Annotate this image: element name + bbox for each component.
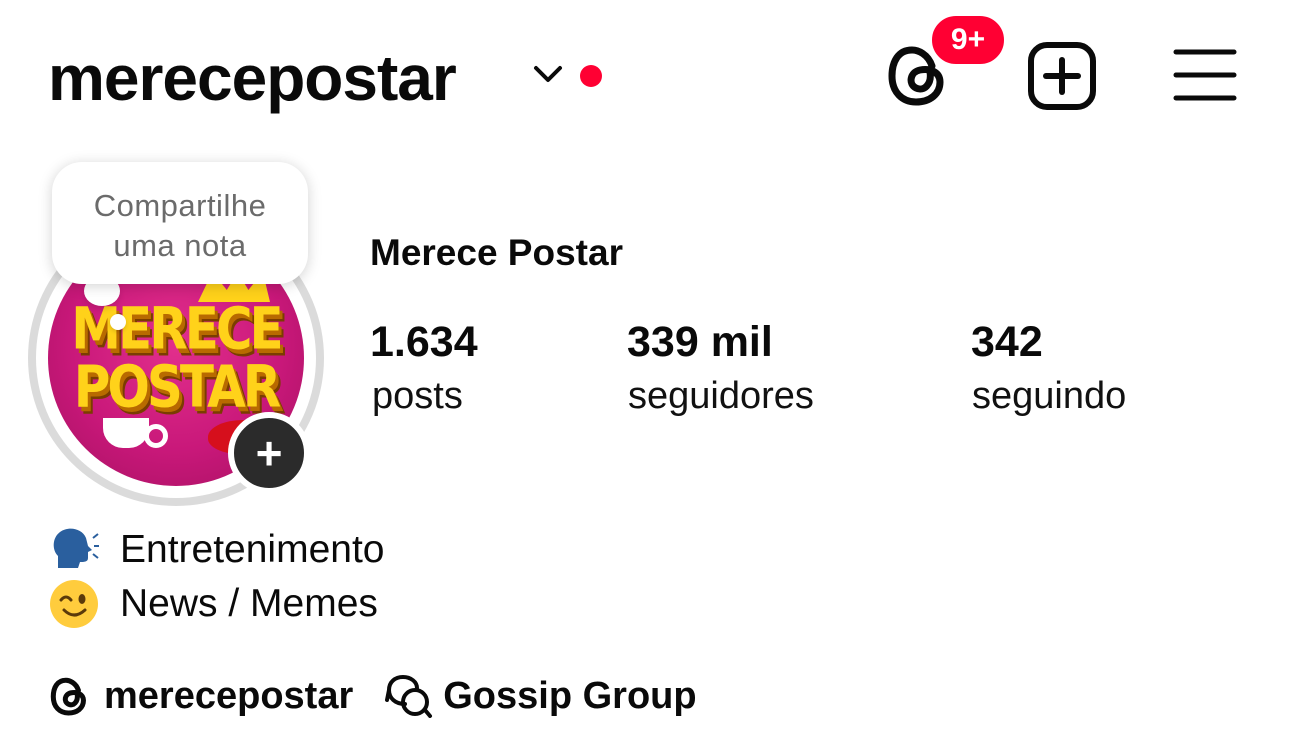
- hamburger-menu-icon[interactable]: [1170, 46, 1240, 104]
- add-story-button[interactable]: +: [228, 412, 310, 494]
- posts-count[interactable]: 1.634: [370, 316, 478, 368]
- threads-icon: [50, 677, 86, 716]
- bio-text: Entretenimento: [120, 528, 385, 571]
- speaking-head-icon: [53, 528, 99, 568]
- notification-badge: 9+: [928, 12, 1008, 68]
- share-note-bubble[interactable]: Compartilhe uma nota: [52, 162, 308, 284]
- coffee-cup-icon: [103, 418, 149, 448]
- followers-label[interactable]: seguidores: [628, 373, 814, 419]
- avatar-logo-line2: POSTAR: [73, 353, 282, 421]
- group-chat-icon: [385, 674, 433, 718]
- bio-text: News / Memes: [120, 582, 378, 625]
- chevron-down-icon[interactable]: [530, 62, 566, 86]
- account-username[interactable]: merecepostar: [48, 38, 457, 118]
- note-prompt-line2: uma nota: [113, 228, 247, 263]
- winking-face-icon: [50, 580, 98, 628]
- posts-label[interactable]: posts: [372, 373, 463, 419]
- unread-dot: [580, 65, 602, 87]
- bio-line: News / Memes: [48, 578, 378, 630]
- followers-count[interactable]: 339 mil: [627, 316, 773, 368]
- note-prompt-line1: Compartilhe: [93, 188, 267, 223]
- profile-full-name: Merece Postar: [370, 232, 623, 273]
- threads-profile-link[interactable]: merecepostar: [104, 675, 353, 718]
- profile-links: merecepostar Gossip Group: [48, 668, 697, 724]
- broadcast-group-link[interactable]: Gossip Group: [443, 675, 696, 718]
- create-post-icon[interactable]: [1026, 40, 1098, 112]
- following-count[interactable]: 342: [971, 316, 1043, 368]
- following-label[interactable]: seguindo: [972, 373, 1126, 419]
- bio-line: Entretenimento: [48, 524, 385, 576]
- avatar-logo-line1: MERECE: [71, 295, 283, 363]
